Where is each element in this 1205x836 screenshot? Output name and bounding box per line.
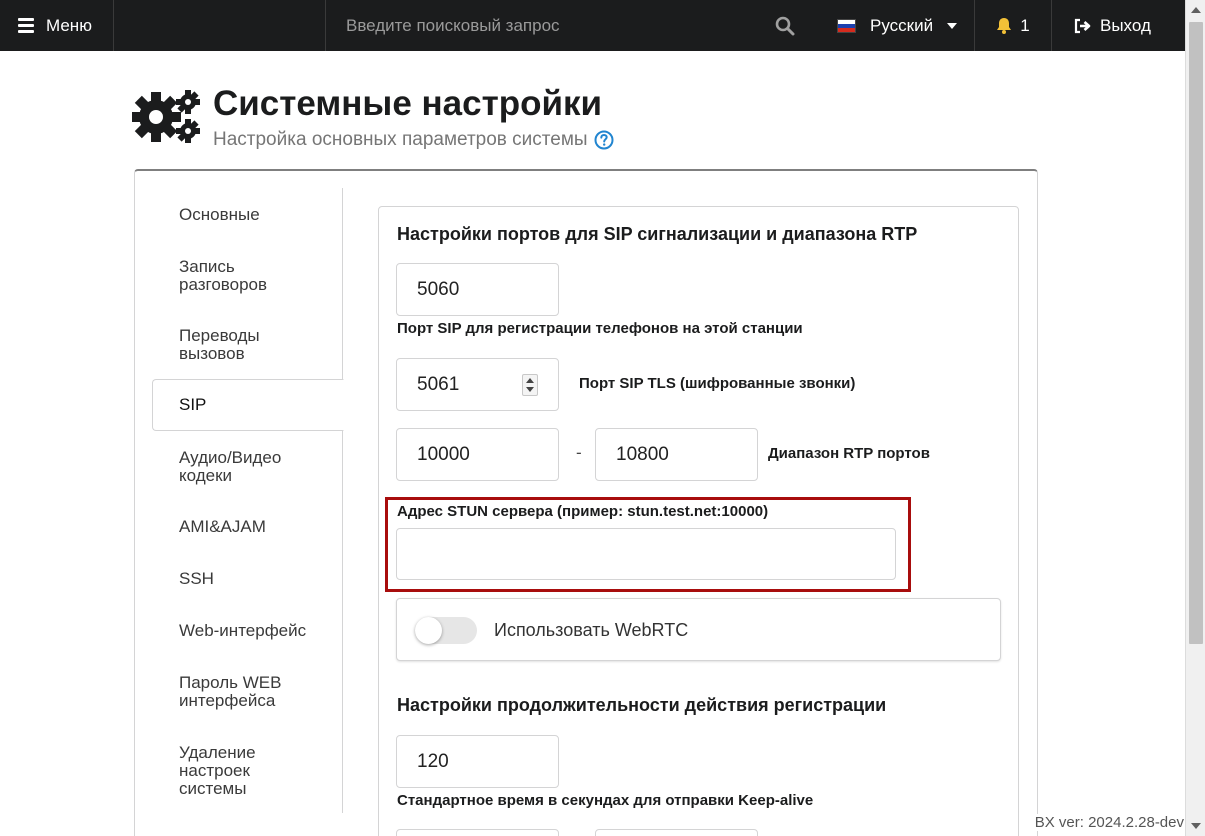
sidebar-item-general[interactable]: Основные xyxy=(152,206,343,224)
menu-button-label: Меню xyxy=(46,15,92,35)
ports-section-title: Настройки портов для SIP сигнализации и … xyxy=(397,224,918,244)
version-label: BX ver: 2024.2.28-dev xyxy=(1030,814,1184,831)
notifications-button[interactable]: 1 xyxy=(975,0,1052,51)
scroll-down-icon[interactable] xyxy=(1191,823,1201,829)
sidebar-item-web-password[interactable]: Пароль WEB интерфейса xyxy=(152,674,292,710)
top-menu-bar: Меню Русский 1 Выход xyxy=(0,0,1185,51)
tls-port-field xyxy=(396,358,559,411)
chevron-down-icon xyxy=(947,22,958,29)
page-subtitle-text: Настройка основных параметров системы xyxy=(213,129,588,150)
sign-out-icon xyxy=(1074,18,1091,33)
hamburger-icon xyxy=(18,15,34,36)
toggle-knob xyxy=(415,617,442,644)
tls-port-label: Порт SIP TLS (шифрованные звонки) xyxy=(579,375,856,392)
sip-port-field xyxy=(396,263,559,316)
logout-label: Выход xyxy=(1100,15,1151,35)
next-field-partial-2[interactable] xyxy=(595,829,758,836)
keepalive-label: Стандартное время в секундах для отправк… xyxy=(397,792,814,809)
sidebar-item-sip-label: SIP xyxy=(179,395,207,414)
bell-icon xyxy=(997,18,1012,34)
notifications-count: 1 xyxy=(1020,15,1030,35)
search-input[interactable] xyxy=(346,15,766,36)
language-selector[interactable]: Русский xyxy=(815,0,975,51)
next-field-partial[interactable] xyxy=(396,829,559,836)
webrtc-toggle[interactable] xyxy=(415,617,477,644)
scroll-up-icon[interactable] xyxy=(1191,7,1201,13)
question-circle-icon[interactable] xyxy=(594,130,614,150)
rtp-start-field xyxy=(396,428,559,481)
logout-button[interactable]: Выход xyxy=(1052,0,1185,51)
sidebar-item-call-transfers[interactable]: Переводы вызовов xyxy=(152,327,282,363)
russia-flag-icon xyxy=(837,18,856,33)
stun-server-label: Адрес STUN сервера (пример: stun.test.ne… xyxy=(397,503,769,520)
rtp-range-label: Диапазон RTP портов xyxy=(768,445,930,462)
sidebar-item-delete-settings[interactable]: Удаление настроек системы xyxy=(152,744,277,798)
stun-server-input[interactable] xyxy=(417,543,895,565)
webrtc-toggle-label[interactable]: Использовать WebRTC xyxy=(494,620,688,641)
settings-sidebar: Основные Запись разговоров Переводы вызо… xyxy=(152,188,344,813)
registration-section-title: Настройки продолжительности действия рег… xyxy=(397,695,887,715)
rtp-end-input[interactable] xyxy=(616,443,757,466)
search-box xyxy=(326,0,815,51)
sidebar-item-web-interface[interactable]: Web-интерфейс xyxy=(152,622,343,640)
stun-server-field xyxy=(396,528,896,580)
rtp-end-field xyxy=(595,428,758,481)
rtp-start-input[interactable] xyxy=(417,443,558,466)
sidebar-item-ami-ajam[interactable]: AMI&AJAM xyxy=(152,518,343,536)
sidebar-item-codecs[interactable]: Аудио/Видео кодеки xyxy=(152,449,302,485)
settings-gears-icon xyxy=(132,90,200,143)
sidebar-item-sip[interactable]: SIP xyxy=(152,379,344,431)
rtp-range-separator: - xyxy=(576,443,582,462)
sidebar-item-call-recording[interactable]: Запись разговоров xyxy=(152,258,282,294)
keepalive-input[interactable] xyxy=(417,750,558,773)
page-scrollbar[interactable] xyxy=(1185,0,1205,836)
page-subtitle: Настройка основных параметров системы xyxy=(213,129,614,151)
sip-port-input[interactable] xyxy=(417,278,558,301)
page-title: Системные настройки xyxy=(213,84,603,123)
scrollbar-thumb[interactable] xyxy=(1189,22,1203,644)
sidebar-item-ssh[interactable]: SSH xyxy=(152,570,343,588)
menu-button[interactable]: Меню xyxy=(0,0,114,51)
number-spinner[interactable] xyxy=(522,374,538,396)
language-label: Русский xyxy=(870,15,934,35)
webrtc-toggle-box: Использовать WebRTC xyxy=(396,598,1001,661)
sip-port-label: Порт SIP для регистрации телефонов на эт… xyxy=(397,320,803,337)
topbar-spacer xyxy=(114,0,326,51)
search-icon[interactable] xyxy=(775,16,795,36)
keepalive-field xyxy=(396,735,559,788)
